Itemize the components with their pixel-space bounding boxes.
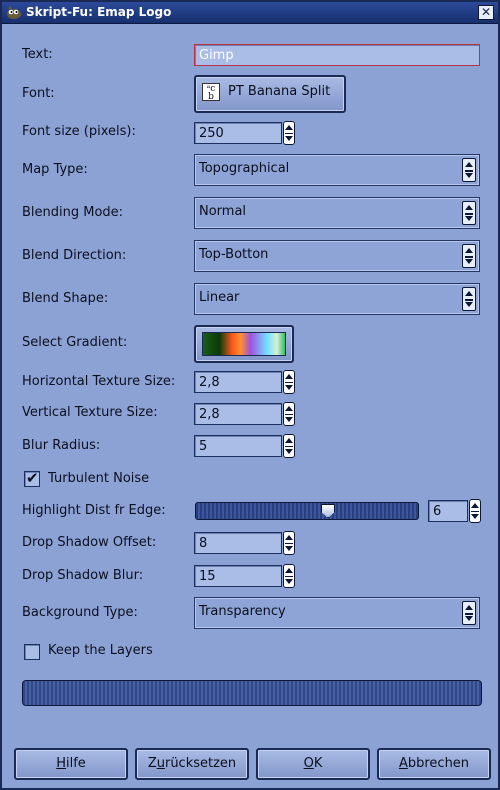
blend-direction-value: Top-Botton <box>199 247 269 262</box>
h-texture-label: Horizontal Texture Size: <box>22 374 176 389</box>
blending-mode-dropdown[interactable]: Normal <box>194 197 480 229</box>
dropdown-arrow-icon <box>462 287 476 311</box>
reset-button[interactable]: Zurücksetzen <box>135 748 249 780</box>
ok-button[interactable]: OK <box>256 748 370 780</box>
cancel-button[interactable]: Abbrechen <box>377 748 491 780</box>
drop-shadow-blur-label: Drop Shadow Blur: <box>22 568 144 583</box>
blend-direction-label: Blend Direction: <box>22 248 127 263</box>
h-texture-spin-icon[interactable] <box>283 370 295 394</box>
v-texture-spin-icon[interactable] <box>283 402 295 426</box>
script-fu-dialog: Skript-Fu: Emap Logo ✕ Text: Gimp Font: … <box>0 0 500 790</box>
gimp-wilber-icon <box>7 6 21 19</box>
drop-shadow-offset-label: Drop Shadow Offset: <box>22 535 157 550</box>
v-texture-label: Vertical Texture Size: <box>22 405 158 420</box>
progress-bar <box>22 680 482 706</box>
font-size-spin-icon[interactable] <box>283 121 295 145</box>
dropdown-arrow-icon <box>462 244 476 268</box>
text-label: Text: <box>22 47 53 62</box>
blending-mode-label: Blending Mode: <box>22 205 124 220</box>
blur-radius-input[interactable]: 5 <box>194 435 282 457</box>
background-type-value: Transparency <box>199 604 286 619</box>
blend-shape-label: Blend Shape: <box>22 291 109 306</box>
font-size-input[interactable]: 250 <box>194 122 282 144</box>
v-texture-input[interactable]: 2,8 <box>194 403 282 425</box>
close-icon[interactable]: ✕ <box>478 5 494 20</box>
title-bar[interactable]: Skript-Fu: Emap Logo ✕ <box>2 2 498 24</box>
h-texture-input[interactable]: 2,8 <box>194 371 282 393</box>
map-type-value: Topographical <box>199 161 290 176</box>
dropdown-arrow-icon <box>462 601 476 625</box>
drop-shadow-offset-input[interactable]: 8 <box>194 532 282 554</box>
map-type-dropdown[interactable]: Topographical <box>194 154 480 186</box>
slider-handle[interactable] <box>321 504 335 518</box>
font-select-button[interactable]: ᵃc b PT Banana Split <box>194 75 346 113</box>
gradient-label: Select Gradient: <box>22 335 128 350</box>
gradient-preview <box>202 332 286 356</box>
blend-shape-value: Linear <box>199 290 240 305</box>
dropdown-arrow-icon <box>462 158 476 182</box>
background-type-label: Background Type: <box>22 605 138 620</box>
highlight-dist-spin-icon[interactable] <box>469 499 481 523</box>
blur-radius-spin-icon[interactable] <box>283 434 295 458</box>
keep-layers-label: Keep the Layers <box>48 643 153 658</box>
background-type-dropdown[interactable]: Transparency <box>194 597 480 629</box>
text-input[interactable]: Gimp <box>194 44 480 66</box>
highlight-dist-slider[interactable] <box>195 502 419 520</box>
turbulent-noise-checkbox[interactable]: ✔ <box>24 469 40 487</box>
highlight-dist-label: Highlight Dist fr Edge: <box>22 503 166 518</box>
font-icon: ᵃc b <box>202 83 220 102</box>
map-type-label: Map Type: <box>22 162 88 177</box>
dropdown-arrow-icon <box>462 201 476 225</box>
font-size-label: Font size (pixels): <box>22 124 136 139</box>
blend-shape-dropdown[interactable]: Linear <box>194 283 480 315</box>
gradient-select-button[interactable] <box>194 325 294 363</box>
blending-mode-value: Normal <box>199 204 247 219</box>
font-button-label: PT Banana Split <box>228 84 331 99</box>
drop-shadow-offset-spin-icon[interactable] <box>283 531 295 555</box>
highlight-dist-input[interactable]: 6 <box>428 500 468 522</box>
checkmark-icon: ✔ <box>26 469 39 487</box>
font-label: Font: <box>22 86 55 101</box>
window-title: Skript-Fu: Emap Logo <box>26 5 172 19</box>
blend-direction-dropdown[interactable]: Top-Botton <box>194 240 480 272</box>
help-button[interactable]: Hilfe <box>14 748 128 780</box>
blur-radius-label: Blur Radius: <box>22 438 101 453</box>
turbulent-noise-label: Turbulent Noise <box>48 471 150 486</box>
drop-shadow-blur-input[interactable]: 15 <box>194 565 282 587</box>
keep-layers-checkbox[interactable] <box>24 644 40 660</box>
drop-shadow-blur-spin-icon[interactable] <box>283 564 295 588</box>
